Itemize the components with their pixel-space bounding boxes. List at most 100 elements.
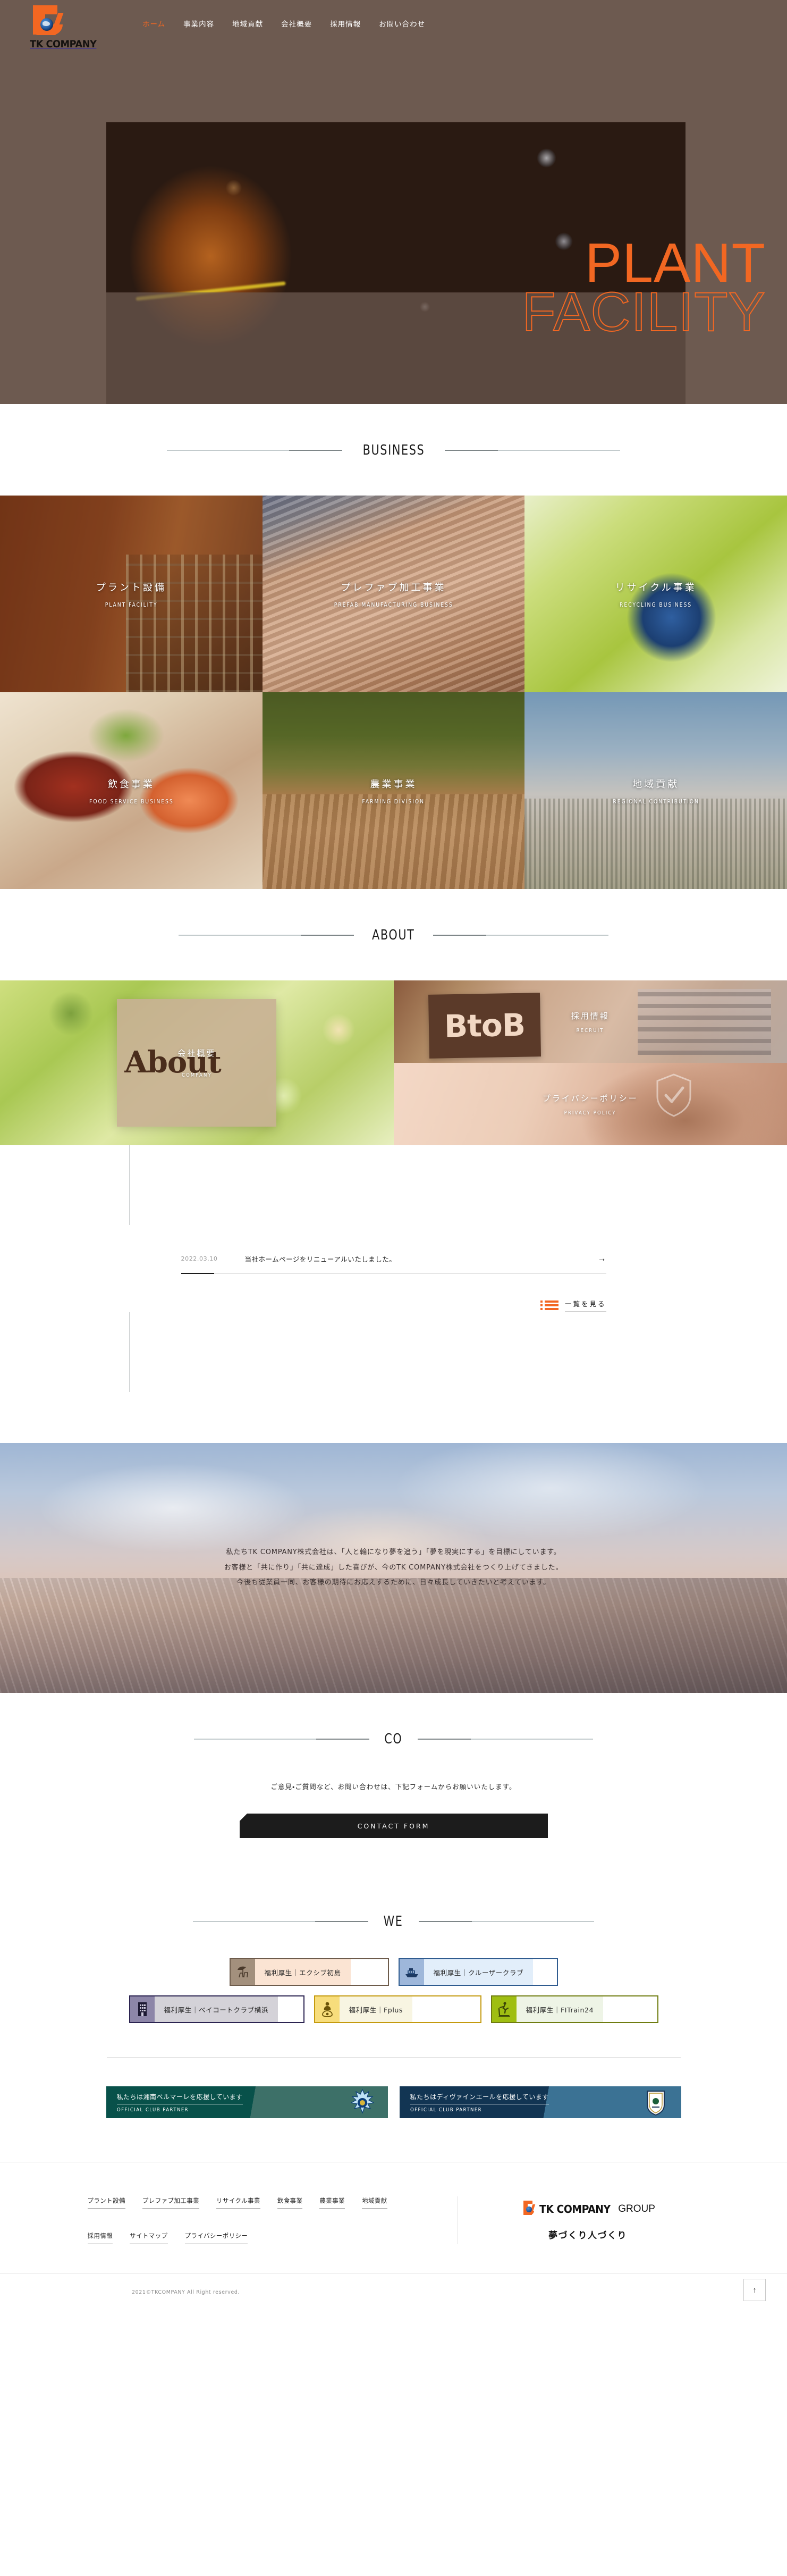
welfare-card-cruiser-club[interactable]: 福利厚生｜クルーザークラブ: [398, 1958, 558, 1986]
news-section: 2022.03.10 当社ホームページをリニューアルいたしました。 → 一覧を見…: [0, 1145, 787, 1443]
partner-label-en: OFFICIAL CLUB PARTNER: [410, 2107, 482, 2113]
parasol-chair-icon: [230, 1959, 255, 1985]
footer-brand-group: GROUP: [618, 2203, 655, 2214]
heading-rule-left: [179, 935, 354, 936]
footer-link-sitemap[interactable]: サイトマップ: [130, 2231, 168, 2244]
tile-label-en: RECYCLING BUSINESS: [620, 601, 692, 608]
about-tile-grid: About 会社概要 COMPANY 採用情報 RECRUIT プライバシーポリ…: [0, 980, 787, 1145]
welfare-card-baycourt-yokohama[interactable]: 福利厚生｜ベイコートクラブ横浜: [129, 1995, 304, 2023]
nav-item-contact[interactable]: お問い合わせ: [379, 18, 425, 29]
nav-item-recruit[interactable]: 採用情報: [330, 18, 361, 29]
back-to-top-button[interactable]: ↑: [743, 2279, 766, 2301]
footer-link-recruit[interactable]: 採用情報: [87, 2231, 113, 2244]
contact-heading: CO: [384, 1731, 403, 1747]
heading-rule-left: [194, 1739, 370, 1740]
footer-inner: プラント設備 プレファブ加工事業 リサイクル事業 飲食事業 農業事業 地域貢献 …: [80, 2162, 707, 2273]
heading-rule-left: [166, 450, 342, 451]
about-section: ABOUT About 会社概要 COMPANY 採用情報 RECRUIT: [0, 889, 787, 1145]
contact-form-button[interactable]: CONTACT FORM: [239, 1814, 548, 1838]
business-heading: BUSINESS: [362, 442, 425, 458]
tile-label-en: REGIONAL CONTRIBUTION: [612, 798, 699, 805]
main-navigation: ホーム 事業内容 地域貢献 会社概要 採用情報 お問い合わせ: [142, 0, 425, 29]
partner-banner-divine-ale[interactable]: 私たちはディヴァインエールを応援しています OFFICIAL CLUB PART…: [399, 2086, 681, 2118]
nav-item-business[interactable]: 事業内容: [183, 18, 214, 29]
philosophy-line-1: 私たちTK COMPANY株式会社は、「人と輪になり夢を追う」「夢を現実にする」…: [226, 1548, 561, 1557]
tile-label-jp: 地域貢献: [632, 778, 680, 790]
news-title: 当社ホームページをリニューアルいたしました。: [244, 1255, 396, 1263]
business-tile-plant[interactable]: プラント設備 PLANT FACILITY: [0, 496, 263, 692]
welfare-card-label: 福利厚生｜クルーザークラブ: [424, 1959, 534, 1985]
nav-item-home[interactable]: ホーム: [142, 18, 165, 29]
tile-label-jp: リサイクル事業: [615, 582, 697, 593]
shield-check-icon: [656, 1073, 691, 1117]
news-date: 2022.03.10: [181, 1255, 218, 1262]
about-tile-privacy[interactable]: プライバシーポリシー PRIVACY POLICY: [393, 1063, 787, 1145]
contact-heading-wrap: CO: [0, 1693, 787, 1747]
welfare-card-xiv-hatsushima[interactable]: 福利厚生｜エクシブ初島: [229, 1958, 389, 1986]
news-view-all-button[interactable]: 一覧を見る: [564, 1298, 606, 1312]
footer-link-privacy[interactable]: プライバシーポリシー: [184, 2231, 248, 2244]
tile-label-jp: 農業事業: [370, 778, 417, 790]
decorative-vertical-line-top: [129, 1145, 130, 1225]
treadmill-icon: [492, 1996, 517, 2022]
nav-item-region[interactable]: 地域貢献: [232, 18, 263, 29]
heading-rule-right: [445, 450, 621, 451]
tile-tint: [262, 692, 525, 889]
partner-label-jp: 私たちはディヴァインエールを応援しています: [410, 2092, 549, 2104]
page-root: TK COMPANY ホーム 事業内容 地域貢献 会社概要 採用情報 お問い合わ…: [0, 0, 787, 2311]
business-tile-grid: プラント設備 PLANT FACILITY プレファブ加工事業 PREFAB M…: [0, 496, 787, 889]
footer-link-prefab[interactable]: プレファブ加工事業: [142, 2196, 200, 2209]
footer-link-farming[interactable]: 農業事業: [319, 2196, 345, 2209]
footer-brand: TK COMPANY GROUP 夢づくり人づくり: [457, 2196, 707, 2244]
welfare-row-2: 福利厚生｜ベイコートクラブ横浜 福利厚生｜Fplus 福利厚生｜FITrain2…: [0, 1995, 787, 2023]
welfare-card-label: 福利厚生｜エクシブ初島: [255, 1959, 351, 1985]
footer-link-recycling[interactable]: リサイクル事業: [216, 2196, 260, 2209]
welfare-card-label: 福利厚生｜Fplus: [339, 1996, 413, 2022]
heading-rule-right: [418, 1921, 594, 1922]
business-tile-food[interactable]: 飲食事業 FOOD SERVICE BUSINESS: [0, 692, 263, 889]
heading-rule-left: [193, 1921, 369, 1922]
building-icon: [130, 1996, 155, 2022]
heading-rule-right: [433, 935, 608, 936]
philosophy-text: 私たちTK COMPANY株式会社は、「人と輪になり夢を追う」「夢を現実にする」…: [224, 1545, 563, 1591]
about-heading-wrap: ABOUT: [0, 889, 787, 943]
logo-wordmark: TK COMPANY: [30, 38, 97, 50]
company-card: About 会社概要 COMPANY: [117, 999, 277, 1127]
globe-icon: [526, 2206, 532, 2212]
business-tile-prefab[interactable]: プレファブ加工事業 PREFAB MANUFACTURING BUSINESS: [262, 496, 525, 692]
partner-text: 私たちは湘南ベルマーレを応援しています OFFICIAL CLUB PARTNE…: [106, 2092, 243, 2113]
recruit-label-en: RECRUIT: [576, 1027, 604, 1034]
contact-lead-text: ご意見・ご質問など、お問い合わせは、下記フォームからお願いいたします。: [270, 1783, 517, 1791]
footer-link-food[interactable]: 飲食事業: [277, 2196, 303, 2209]
welfare-card-fplus[interactable]: 福利厚生｜Fplus: [314, 1995, 481, 2023]
hero-banner: PLANT FACILITY: [0, 64, 787, 404]
decorative-vertical-line-bottom: [129, 1312, 130, 1392]
welfare-heading: WE: [384, 1914, 403, 1929]
company-label-jp: 会社概要: [177, 1048, 216, 1058]
company-label-en: COMPANY: [181, 1072, 212, 1078]
welfare-card-fitrain24[interactable]: 福利厚生｜FITrain24: [490, 1995, 658, 2023]
section-divider: [106, 2057, 681, 2058]
footer-link-regional[interactable]: 地域貢献: [361, 2196, 387, 2209]
footer-link-plant[interactable]: プラント設備: [87, 2196, 125, 2209]
site-logo[interactable]: TK COMPANY: [21, 4, 117, 50]
about-tile-recruit[interactable]: 採用情報 RECRUIT: [393, 980, 787, 1063]
news-item[interactable]: 2022.03.10 当社ホームページをリニューアルいたしました。 →: [181, 1246, 606, 1274]
footer-tagline: 夢づくり人づくり: [548, 2230, 627, 2241]
partner-banner-bellmare[interactable]: 私たちは湘南ベルマーレを応援しています OFFICIAL CLUB PARTNE…: [106, 2086, 388, 2118]
nav-item-company[interactable]: 会社概要: [281, 18, 312, 29]
welfare-section: WE 福利厚生｜エクシブ初島 福利厚生｜クルーザークラブ 福利厚生｜ベイコートク…: [0, 1875, 787, 2129]
about-tile-company[interactable]: About 会社概要 COMPANY: [0, 980, 394, 1145]
tile-label-jp: 飲食事業: [107, 778, 155, 790]
recruit-image: [393, 980, 787, 1063]
spa-person-icon: [315, 1996, 340, 2022]
business-tile-farming[interactable]: 農業事業 FARMING DIVISION: [262, 692, 525, 889]
tile-label-en: PLANT FACILITY: [105, 601, 158, 608]
business-tile-regional[interactable]: 地域貢献 REGIONAL CONTRIBUTION: [524, 692, 787, 889]
bellmare-emblem-icon: [350, 2089, 374, 2114]
business-tile-recycling[interactable]: リサイクル事業 RECYCLING BUSINESS: [524, 496, 787, 692]
welfare-row-1: 福利厚生｜エクシブ初島 福利厚生｜クルーザークラブ: [0, 1958, 787, 1986]
privacy-label-en: PRIVACY POLICY: [564, 1110, 616, 1116]
tile-label-en: FOOD SERVICE BUSINESS: [89, 798, 174, 805]
partner-text: 私たちはディヴァインエールを応援しています OFFICIAL CLUB PART…: [400, 2092, 549, 2113]
